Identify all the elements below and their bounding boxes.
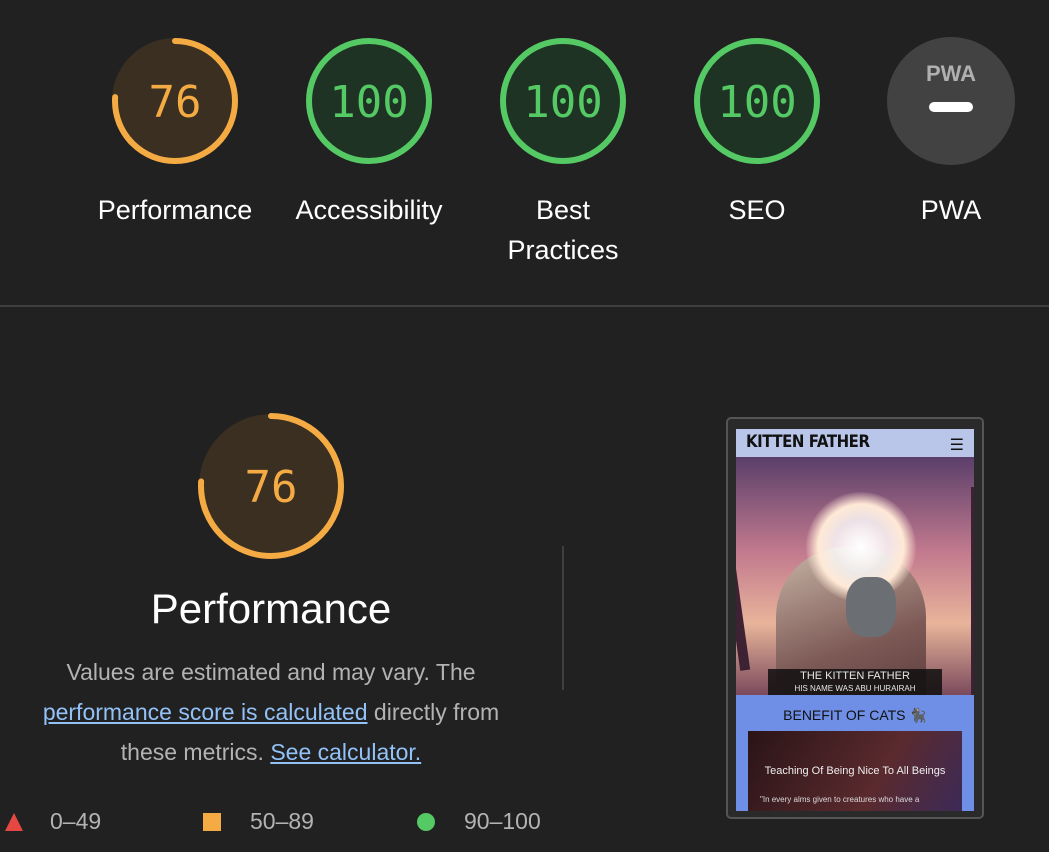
gauge-ring: 100 <box>694 38 820 164</box>
performance-gauge-large: 76 <box>195 410 347 567</box>
see-calculator-link[interactable]: See calculator. <box>270 739 421 765</box>
screenshot-section-title: BENEFIT OF CATS 🐈‍⬛ <box>783 707 927 723</box>
hero-title: THE KITTEN FATHER <box>800 670 910 682</box>
gauge-score: 100 <box>329 77 408 128</box>
performance-score: 76 <box>245 462 298 513</box>
gauge-label: SEO <box>728 195 786 225</box>
circle-icon <box>417 812 435 831</box>
pwa-badge-icon: PWA <box>887 37 1015 165</box>
score-calculation-link[interactable]: performance score is calculated <box>43 699 368 725</box>
gauge-label: Performance <box>97 195 253 225</box>
screenshot-hero-image: THE KITTEN FATHER HIS NAME WAS ABU HURAI… <box>736 457 974 695</box>
hero-subtitle: HIS NAME WAS ABU HURAIRAH <box>794 684 916 693</box>
pwa-badge-text: PWA <box>926 61 976 86</box>
hamburger-icon: ☰ <box>949 437 964 454</box>
gauge-seo[interactable]: 100 SEO <box>657 36 857 230</box>
legend-fail-label: 0–49 <box>50 808 102 834</box>
gauge-performance[interactable]: 76 Performance <box>75 36 275 230</box>
gauge-ring: 76 <box>112 38 238 164</box>
gauge-ring: 100 <box>306 38 432 164</box>
gauge-label: PWA <box>920 195 982 225</box>
gauge-best-practices[interactable]: 100 Best Practices <box>463 36 663 270</box>
gauge-label: Accessibility <box>295 195 443 225</box>
screenshot-navbar: KITTEN FATHER ☰ <box>736 429 974 457</box>
legend-average-label: 50–89 <box>250 808 314 834</box>
performance-description: Values are estimated and may vary. The p… <box>20 652 522 772</box>
score-legend: 0–49 50–89 90–100 <box>0 808 600 842</box>
legend-pass: 90–100 <box>416 808 541 835</box>
performance-title: Performance <box>150 585 392 632</box>
desc-text: Values are estimated and may vary. The <box>66 659 476 685</box>
card-title: Teaching Of Being Nice To All Beings <box>764 765 946 777</box>
legend-average: 50–89 <box>202 808 314 835</box>
gauge-accessibility[interactable]: 100 Accessibility <box>269 36 469 230</box>
gauge-score: 100 <box>523 77 602 128</box>
gauge-ring: 76 <box>198 413 344 559</box>
screenshot-brand: KITTEN FATHER <box>746 432 870 452</box>
legend-pass-label: 90–100 <box>464 808 541 834</box>
gauge-pwa[interactable]: PWA PWA <box>851 36 1049 230</box>
screenshot-card: Teaching Of Being Nice To All Beings "In… <box>748 731 962 811</box>
card-text: "In every alms given to creatures who ha… <box>760 795 920 804</box>
page-screenshot-thumbnail[interactable]: KITTEN FATHER ☰ THE KITTEN FATHER HIS NA… <box>726 417 984 819</box>
gauge-score: 76 <box>149 77 202 128</box>
screenshot-screen: KITTEN FATHER ☰ THE KITTEN FATHER HIS NA… <box>736 429 974 811</box>
gauge-label: Best Practices <box>507 195 619 265</box>
gauge-score: 100 <box>717 77 796 128</box>
triangle-icon <box>5 812 23 831</box>
cat-icon: 🐈‍⬛ <box>909 707 927 723</box>
legend-fail: 0–49 <box>4 808 101 835</box>
category-gauges: 76 Performance 100 Accessibility 100 Bes… <box>0 0 1049 305</box>
cat-image <box>846 577 896 637</box>
hero-caption: THE KITTEN FATHER HIS NAME WAS ABU HURAI… <box>768 669 942 695</box>
gauge-ring: 100 <box>500 38 626 164</box>
section-divider <box>0 305 1049 307</box>
square-icon <box>203 812 221 831</box>
vertical-divider <box>562 546 564 690</box>
